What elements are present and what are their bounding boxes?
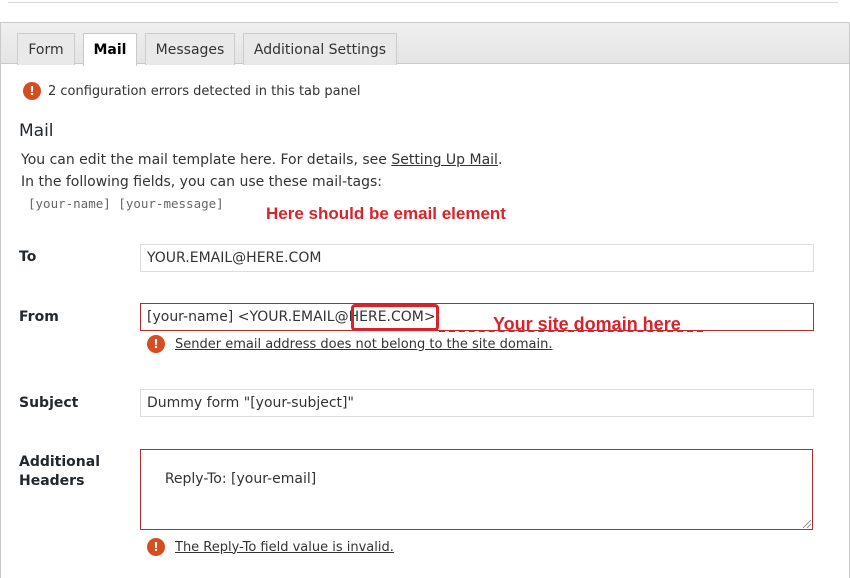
resize-grip-icon[interactable]: [803, 520, 811, 528]
additional-headers-label-line1: Additional: [19, 454, 100, 470]
additional-headers-error: ! The Reply-To field value is invalid.: [147, 538, 394, 556]
mail-tags: [your-name] [your-message]: [28, 196, 224, 211]
mail-description-suffix: .: [497, 152, 503, 168]
config-error-text: 2 configuration errors detected in this …: [48, 83, 361, 99]
divider: [8, 2, 838, 3]
config-error-summary: ! 2 configuration errors detected in thi…: [23, 82, 360, 100]
annotation-email-element: Here should be email element: [266, 204, 506, 223]
tab-mail[interactable]: Mail: [83, 33, 137, 66]
to-label: To: [19, 249, 37, 265]
tab-additional-settings[interactable]: Additional Settings: [243, 33, 397, 65]
mail-description-text: You can edit the mail template here. For…: [21, 152, 392, 168]
additional-headers-label-line2: Headers: [19, 473, 85, 489]
additional-headers-error-message[interactable]: The Reply-To field value is invalid.: [175, 540, 394, 555]
from-label: From: [19, 309, 59, 325]
exclamation-circle-icon: !: [147, 538, 165, 556]
tab-bar: Form Mail Messages Additional Settings: [1, 22, 849, 66]
tab-form[interactable]: Form: [17, 33, 75, 65]
top-strip: [0, 0, 850, 22]
from-error: ! Sender email address does not belong t…: [147, 335, 552, 353]
to-field[interactable]: YOUR.EMAIL@HERE.COM: [140, 244, 814, 272]
annotation-site-domain: Your site domain here: [493, 314, 681, 334]
tab-messages[interactable]: Messages: [145, 33, 235, 65]
additional-headers-value: Reply-To: [your-email]: [164, 471, 317, 487]
from-field[interactable]: [your-name] <YOUR.EMAIL@HERE.COM>: [140, 303, 814, 331]
mail-panel: Form Mail Messages Additional Settings !…: [0, 22, 850, 578]
setting-up-mail-link[interactable]: Setting Up Mail: [391, 152, 498, 168]
additional-headers-textarea[interactable]: Reply-To: [your-email]: [140, 449, 813, 530]
subject-field[interactable]: Dummy form "[your-subject]": [140, 389, 814, 417]
from-error-message[interactable]: Sender email address does not belong to …: [175, 337, 552, 352]
mail-description: You can edit the mail template here. For…: [21, 152, 502, 168]
exclamation-circle-icon: !: [147, 335, 165, 353]
exclamation-circle-icon: !: [23, 82, 41, 100]
section-title: Mail: [19, 121, 54, 141]
subject-label: Subject: [19, 395, 79, 411]
mail-tags-intro: In the following fields, you can use the…: [21, 174, 383, 190]
domain-highlight-box: [351, 304, 439, 331]
additional-headers-label: Additional Headers: [19, 453, 100, 491]
